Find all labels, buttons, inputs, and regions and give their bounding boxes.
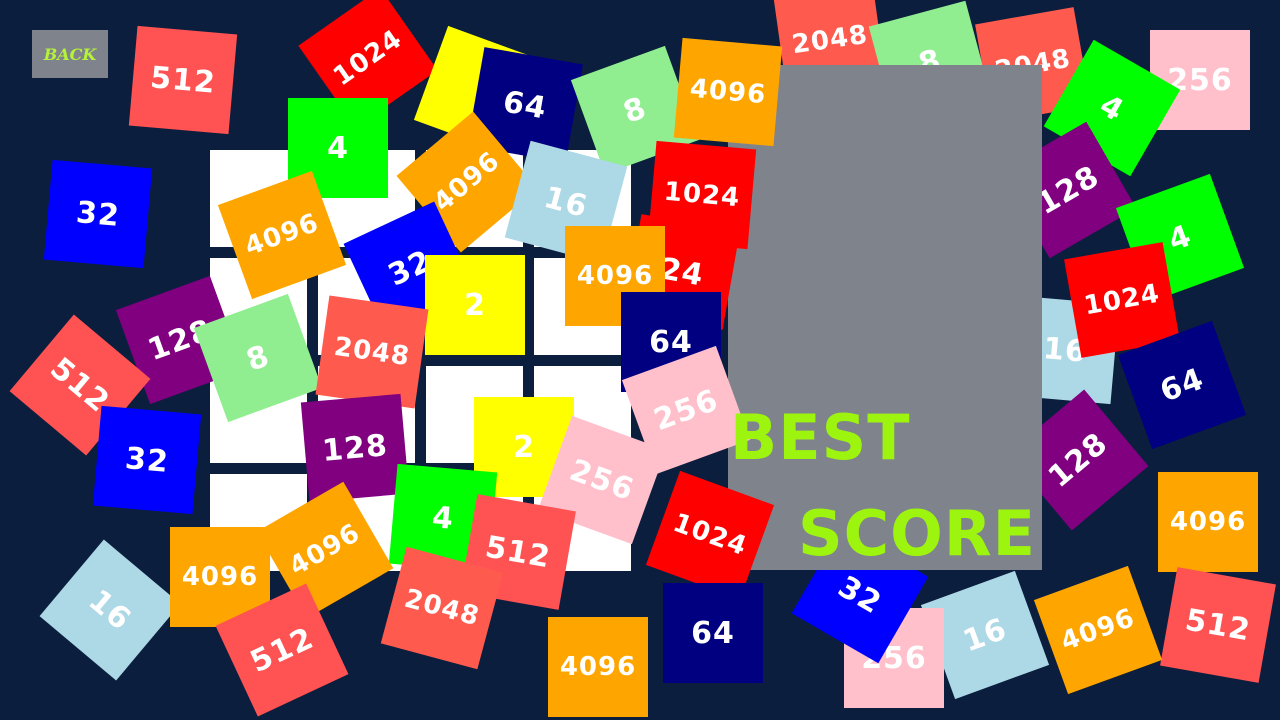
tile: 512: [128, 25, 238, 135]
tile: 4096: [673, 37, 783, 147]
tile: 128: [300, 393, 410, 503]
tile: 16: [39, 539, 181, 681]
tile: 512: [1160, 567, 1276, 683]
tile: 64: [663, 583, 763, 683]
score-label: SCORE: [798, 497, 1036, 570]
tile: 32: [92, 405, 202, 515]
best-label: BEST: [730, 401, 911, 474]
back-button[interactable]: BACK: [32, 30, 108, 78]
tile: 4096: [1158, 472, 1258, 572]
score-panel: [728, 65, 1042, 570]
tile: 4096: [548, 617, 648, 717]
tile: 2048: [315, 295, 429, 409]
tile: 4096: [1033, 565, 1163, 695]
tile: 32: [43, 159, 153, 269]
tile: 2: [425, 255, 525, 355]
